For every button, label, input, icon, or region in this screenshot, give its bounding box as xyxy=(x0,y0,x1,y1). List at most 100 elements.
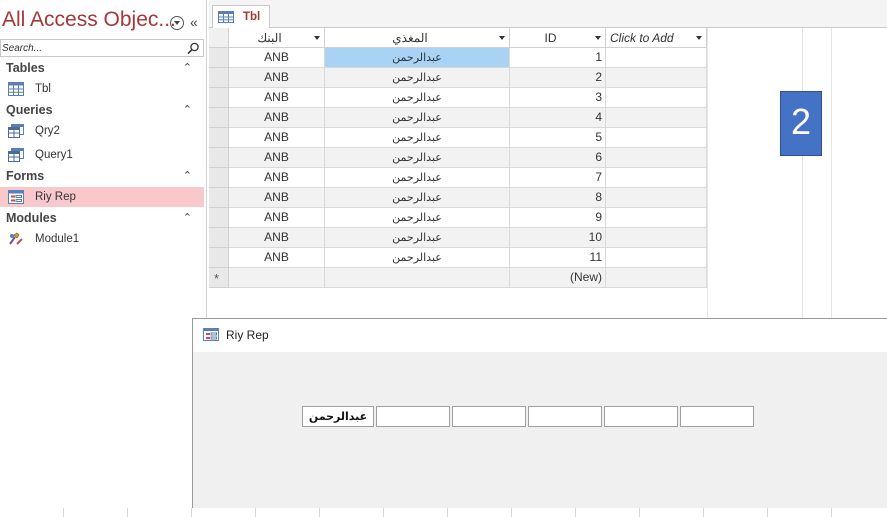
form-field[interactable] xyxy=(452,406,526,427)
nav-item-tbl[interactable]: Tbl xyxy=(0,79,204,99)
cell-bank[interactable]: ANB xyxy=(229,68,325,88)
record-selector[interactable] xyxy=(209,68,229,88)
cell-bank[interactable]: ANB xyxy=(229,128,325,148)
chevron-down-icon[interactable] xyxy=(314,36,320,40)
form-field-name[interactable]: عبدالرحمن xyxy=(302,406,374,427)
new-record-row[interactable]: * (New) xyxy=(209,268,707,288)
cell-bank[interactable]: ANB xyxy=(229,108,325,128)
column-header-bank[interactable]: البنك xyxy=(229,28,325,48)
cell-id[interactable]: 2 xyxy=(510,68,606,88)
chevron-down-icon[interactable] xyxy=(499,36,505,40)
record-selector[interactable] xyxy=(209,168,229,188)
group-forms[interactable]: Forms ⌃ xyxy=(0,168,204,186)
cell-click-to-add[interactable] xyxy=(606,188,707,208)
table-row[interactable]: ANB عبدالرحمن 3 xyxy=(209,88,707,108)
cell-click-to-add[interactable] xyxy=(606,228,707,248)
record-selector[interactable] xyxy=(209,128,229,148)
cell-bank[interactable]: ANB xyxy=(229,88,325,108)
cell-click-to-add[interactable] xyxy=(606,208,707,228)
form-window-riy-rep[interactable]: Riy Rep عبدالرحمن xyxy=(192,318,887,508)
record-selector[interactable] xyxy=(209,88,229,108)
nav-item-qry2[interactable]: Qry2 xyxy=(0,121,204,141)
nav-item-query1[interactable]: Query1 xyxy=(0,145,204,165)
cell-id[interactable]: 1 xyxy=(510,48,606,68)
collapse-group-icon[interactable]: ⌃ xyxy=(183,103,192,116)
table-row[interactable]: ANB عبدالرحمن 7 xyxy=(209,168,707,188)
nav-item-riy-rep[interactable]: Riy Rep xyxy=(0,187,204,207)
collapse-group-icon[interactable]: ⌃ xyxy=(183,211,192,224)
chevron-down-icon[interactable] xyxy=(595,36,601,40)
collapse-group-icon[interactable]: ⌃ xyxy=(183,61,192,74)
cell-click-to-add[interactable] xyxy=(606,168,707,188)
cell-name[interactable]: عبدالرحمن xyxy=(325,68,510,88)
search-icon[interactable] xyxy=(186,42,200,55)
cell-click-to-add[interactable] xyxy=(606,128,707,148)
group-tables[interactable]: Tables ⌃ xyxy=(0,60,204,78)
column-header-name[interactable]: المغذي xyxy=(325,28,510,48)
cell-id[interactable]: 6 xyxy=(510,148,606,168)
cell-id[interactable]: 8 xyxy=(510,188,606,208)
cell-name[interactable]: عبدالرحمن xyxy=(325,88,510,108)
table-row[interactable]: ANB عبدالرحمن 1 xyxy=(209,48,707,68)
tab-tbl[interactable]: Tbl xyxy=(212,5,270,28)
collapse-pane-icon[interactable]: « xyxy=(190,14,198,30)
record-selector[interactable] xyxy=(209,208,229,228)
record-selector[interactable]: * xyxy=(209,268,229,288)
form-field[interactable] xyxy=(528,406,602,427)
cell-id[interactable]: 4 xyxy=(510,108,606,128)
column-header-click-to-add[interactable]: Click to Add xyxy=(606,28,707,48)
table-row[interactable]: ANB عبدالرحمن 10 xyxy=(209,228,707,248)
cell-bank[interactable]: ANB xyxy=(229,168,325,188)
record-selector[interactable] xyxy=(209,148,229,168)
form-title-bar[interactable]: Riy Rep xyxy=(193,319,887,352)
record-selector[interactable] xyxy=(209,108,229,128)
cell-click-to-add[interactable] xyxy=(606,148,707,168)
cell-name[interactable]: عبدالرحمن xyxy=(325,148,510,168)
collapse-group-icon[interactable]: ⌃ xyxy=(183,169,192,182)
cell-name[interactable]: عبدالرحمن xyxy=(325,228,510,248)
cell-name[interactable]: عبدالرحمن xyxy=(325,108,510,128)
cell-name[interactable]: عبدالرحمن xyxy=(325,128,510,148)
table-row[interactable]: ANB عبدالرحمن 6 xyxy=(209,148,707,168)
record-selector[interactable] xyxy=(209,228,229,248)
group-modules[interactable]: Modules ⌃ xyxy=(0,210,204,228)
table-row[interactable]: ANB عبدالرحمن 9 xyxy=(209,208,707,228)
cell-click-to-add[interactable] xyxy=(606,88,707,108)
form-field[interactable] xyxy=(604,406,678,427)
cell-bank[interactable] xyxy=(229,268,325,288)
group-queries[interactable]: Queries ⌃ xyxy=(0,102,204,120)
form-field[interactable] xyxy=(376,406,450,427)
cell-bank[interactable]: ANB xyxy=(229,228,325,248)
cell-name[interactable]: عبدالرحمن xyxy=(325,48,510,68)
cell-id[interactable]: 3 xyxy=(510,88,606,108)
chevron-down-icon[interactable] xyxy=(170,16,184,30)
record-selector[interactable] xyxy=(209,188,229,208)
cell-bank[interactable]: ANB xyxy=(229,208,325,228)
select-all-corner[interactable] xyxy=(209,28,229,48)
table-row[interactable]: ANB عبدالرحمن 4 xyxy=(209,108,707,128)
cell-bank[interactable]: ANB xyxy=(229,248,325,268)
chevron-down-icon[interactable] xyxy=(696,36,702,40)
form-field[interactable] xyxy=(680,406,754,427)
table-row[interactable]: ANB عبدالرحمن 5 xyxy=(209,128,707,148)
cell-click-to-add[interactable] xyxy=(606,268,707,288)
table-row[interactable]: ANB عبدالرحمن 2 xyxy=(209,68,707,88)
cell-id[interactable]: 11 xyxy=(510,248,606,268)
cell-name[interactable] xyxy=(325,268,510,288)
cell-id[interactable]: 9 xyxy=(510,208,606,228)
cell-id[interactable]: 5 xyxy=(510,128,606,148)
cell-id[interactable]: 7 xyxy=(510,168,606,188)
table-row[interactable]: ANB عبدالرحمن 11 xyxy=(209,248,707,268)
cell-id[interactable]: 10 xyxy=(510,228,606,248)
cell-click-to-add[interactable] xyxy=(606,108,707,128)
cell-name[interactable]: عبدالرحمن xyxy=(325,208,510,228)
navigation-title[interactable]: All Access Objec... xyxy=(2,8,176,32)
nav-item-module1[interactable]: Module1 xyxy=(0,229,204,249)
record-selector[interactable] xyxy=(209,248,229,268)
cell-click-to-add[interactable] xyxy=(606,68,707,88)
cell-click-to-add[interactable] xyxy=(606,248,707,268)
cell-bank[interactable]: ANB xyxy=(229,48,325,68)
record-selector[interactable] xyxy=(209,48,229,68)
cell-bank[interactable]: ANB xyxy=(229,188,325,208)
cell-name[interactable]: عبدالرحمن xyxy=(325,248,510,268)
